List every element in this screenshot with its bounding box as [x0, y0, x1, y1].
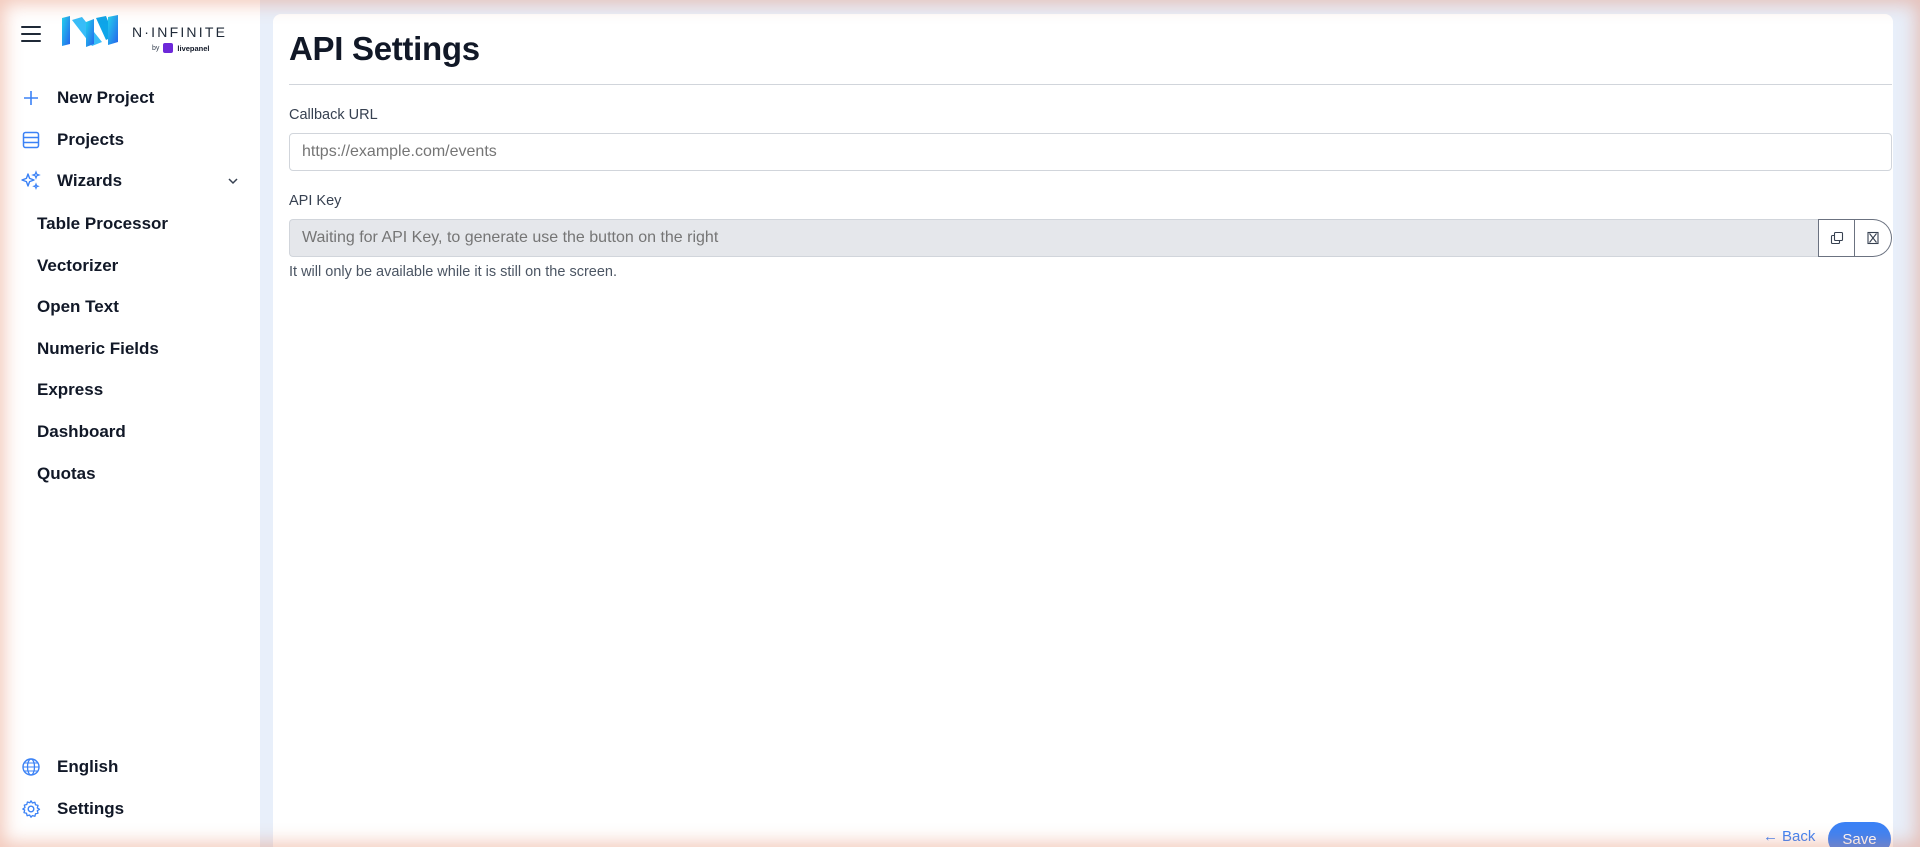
page-title: API Settings [289, 30, 480, 67]
sidebar-header: N·INFINITE by livepanel [0, 0, 260, 68]
wizard-item-express[interactable]: Express [0, 373, 260, 407]
wizard-item-numeric-fields[interactable]: Numeric Fields [0, 332, 260, 366]
callback-url-label: Callback URL [289, 107, 378, 123]
wizard-item-label: Vectorizer [37, 256, 119, 275]
sidebar-item-projects[interactable]: Projects [0, 122, 260, 158]
wizard-item-dashboard[interactable]: Dashboard [0, 415, 260, 449]
gear-icon [20, 798, 42, 820]
sparkles-icon [20, 170, 42, 192]
sidebar-item-new-project[interactable]: New Project [0, 80, 260, 116]
wizard-item-label: Open Text [37, 297, 119, 316]
copy-icon [1830, 231, 1843, 245]
sidebar: N·INFINITE by livepanel New Project Proj… [0, 0, 260, 847]
settings-label: Settings [57, 799, 125, 818]
sidebar-item-settings[interactable]: Settings [0, 791, 260, 827]
callback-url-input[interactable] [289, 133, 1892, 171]
wizard-item-label: Table Processor [37, 214, 169, 233]
by-text: by [152, 44, 160, 52]
api-key-label: API Key [289, 193, 342, 209]
chevron-down-icon[interactable] [226, 174, 240, 188]
sidebar-item-label: New Project [57, 88, 155, 107]
n-infinite-logo-icon [62, 15, 118, 47]
language-label: English [57, 757, 119, 776]
sidebar-item-label: Wizards [57, 171, 123, 190]
livepanel-logo-icon [163, 43, 174, 53]
by-brand: livepanel [177, 43, 210, 53]
copy-api-key-button[interactable] [1818, 219, 1855, 257]
wizard-item-label: Quotas [37, 464, 96, 483]
sidebar-item-wizards[interactable]: Wizards [0, 163, 260, 199]
back-link[interactable]: ← Back [1763, 828, 1815, 845]
wizard-item-open-text[interactable]: Open Text [0, 290, 260, 324]
wizard-item-label: Express [37, 380, 104, 399]
wizard-item-vectorizer[interactable]: Vectorizer [0, 249, 260, 283]
wizard-item-label: Dashboard [37, 422, 126, 441]
back-label: Back [1782, 828, 1816, 845]
api-key-hint: It will only be available while it is st… [289, 264, 618, 280]
generate-api-key-button[interactable] [1855, 219, 1892, 257]
title-divider [289, 84, 1892, 85]
wizard-item-table-processor[interactable]: Table Processor [0, 207, 260, 241]
hamburger-icon[interactable] [21, 26, 41, 42]
language-selector[interactable]: English [0, 749, 260, 785]
wizard-item-label: Numeric Fields [37, 339, 159, 358]
arrow-left-icon: ← [1763, 828, 1778, 845]
wizard-item-quotas[interactable]: Quotas [0, 457, 260, 491]
brand-byline: by livepanel [152, 43, 210, 53]
app-logo[interactable]: N·INFINITE by livepanel [60, 14, 230, 56]
save-button[interactable]: Save [1828, 822, 1891, 847]
hourglass-icon [1867, 231, 1879, 245]
plus-icon [20, 87, 42, 109]
sidebar-item-label: Projects [57, 130, 125, 149]
api-settings-panel: API Settings Callback URL API Key It wil… [273, 14, 1893, 847]
globe-icon [20, 756, 42, 778]
list-icon [20, 129, 42, 151]
api-key-group [289, 219, 1892, 257]
api-key-input[interactable] [289, 219, 1818, 257]
brand-name: N·INFINITE [132, 24, 228, 40]
